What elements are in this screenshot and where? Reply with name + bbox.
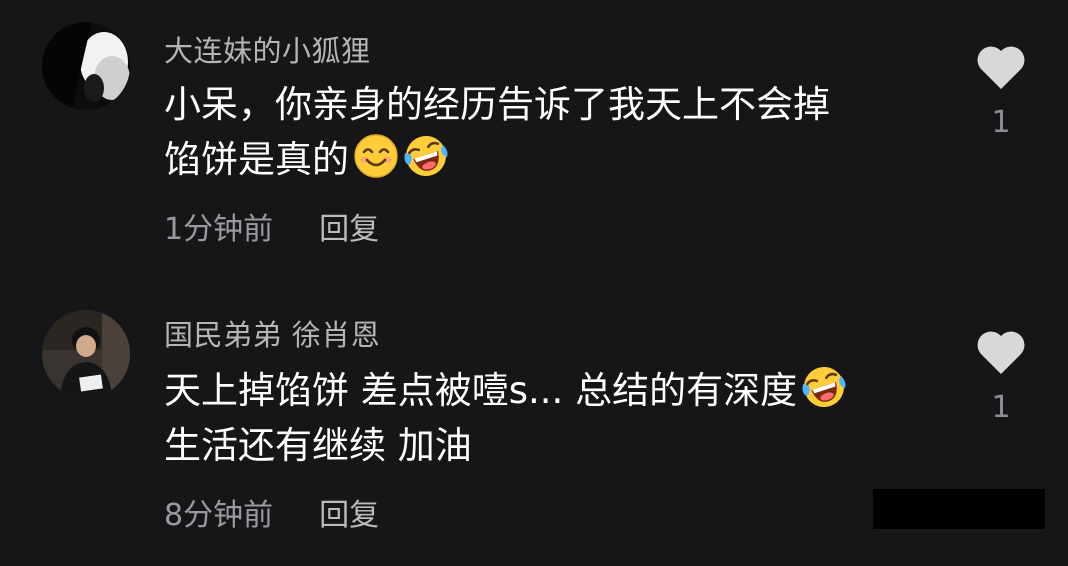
comment-text: 小呆，你亲身的经历告诉了我天上不会掉 馅饼是真的 [164, 77, 830, 187]
avatar[interactable] [42, 310, 130, 398]
timestamp: 1分钟前 [164, 212, 274, 247]
smiling-face-emoji-icon [353, 133, 399, 179]
heart-icon [977, 331, 1025, 374]
comment-line: 生活还有继续 加油 [164, 424, 472, 467]
comment-line-text: 天上掉馅饼 差点被噎s... 总结的有深度 [164, 369, 798, 412]
reply-button[interactable]: 回复 [319, 212, 379, 247]
comment-meta: 8分钟前 回复 [164, 490, 379, 534]
rolling-laughing-emoji-icon [403, 133, 449, 179]
username[interactable]: 大连妹的小狐狸 [164, 28, 371, 70]
avatar[interactable] [42, 22, 130, 110]
comment-line-text: 馅饼是真的 [164, 138, 349, 181]
comment-line: 小呆，你亲身的经历告诉了我天上不会掉 [164, 83, 830, 126]
avatar-image [42, 310, 130, 398]
comment-text: 天上掉馅饼 差点被噎s... 总结的有深度 生活还有继续 加油 [164, 363, 847, 473]
like-button[interactable]: 1 [975, 45, 1027, 140]
timestamp: 8分钟前 [164, 498, 274, 533]
rolling-laughing-emoji-icon [801, 364, 847, 410]
redaction-block [873, 489, 1045, 529]
like-count: 1 [991, 390, 1011, 425]
comment-line-with-emoji: 馅饼是真的 [164, 132, 830, 187]
username[interactable]: 国民弟弟 徐肖恩 [164, 312, 380, 354]
comment-line-with-emoji: 天上掉馅饼 差点被噎s... 总结的有深度 [164, 363, 847, 418]
like-button[interactable]: 1 [975, 330, 1027, 425]
comment-item: 大连妹的小狐狸 小呆，你亲身的经历告诉了我天上不会掉 馅饼是真的 1分钟前 回复… [0, 0, 1068, 283]
heart-icon [977, 46, 1025, 89]
comment-meta: 1分钟前 回复 [164, 204, 379, 248]
like-count: 1 [991, 105, 1011, 140]
avatar-image [42, 22, 130, 110]
reply-button[interactable]: 回复 [319, 498, 379, 533]
